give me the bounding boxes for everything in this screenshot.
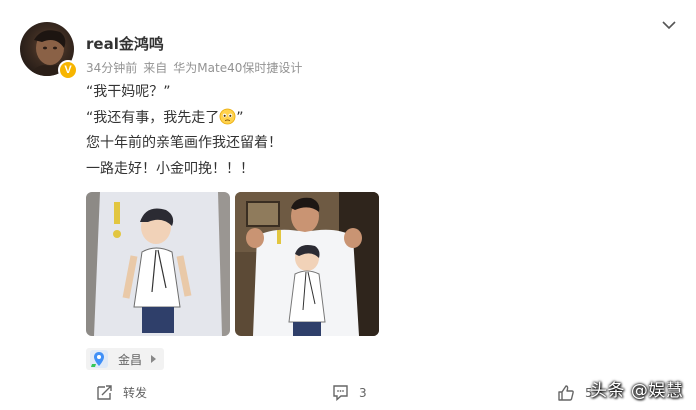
verified-badge-icon: V: [58, 60, 78, 80]
location-label: 金昌: [118, 352, 143, 367]
text-segment: “我还有事，我先走了: [86, 109, 220, 126]
source-prefix: 来自: [143, 61, 168, 75]
text-line: “我干妈呢？”: [86, 84, 171, 100]
comment-icon: [333, 385, 348, 401]
text-segment: ”: [236, 109, 244, 126]
post-meta: 34分钟前 来自 华为Mate40保时捷设计: [86, 59, 308, 76]
repost-button[interactable]: 转发: [96, 384, 147, 401]
watermark: 头条 @娱慧: [590, 381, 684, 401]
location-pin-icon: [90, 350, 108, 368]
comment-count: 3: [359, 385, 367, 400]
photo-tshirt-drawing[interactable]: [86, 192, 230, 336]
avatar[interactable]: V: [20, 22, 78, 80]
location-tag[interactable]: 金昌: [86, 348, 165, 370]
text-line: “我还有事，我先走了 ”: [86, 106, 282, 132]
chevron-right-icon: [151, 355, 157, 363]
text-line: 您十年前的亲笔画作我还留着！: [86, 135, 282, 151]
device-source[interactable]: 华为Mate40保时捷设计: [173, 61, 302, 75]
post-time[interactable]: 34分钟前: [86, 61, 137, 75]
photo-man-holding-tshirt[interactable]: [235, 192, 379, 336]
comment-button[interactable]: 3: [332, 384, 367, 401]
like-button[interactable]: 5: [557, 384, 593, 402]
repost-icon: [97, 385, 112, 400]
text-line: 一路走好！小金叩挽！！！: [86, 160, 254, 177]
chevron-down-icon[interactable]: [660, 16, 678, 34]
post-text: “我干妈呢？” “我还有事，我先走了 ” 您十年前的亲笔画作我还留着！ 一路走好…: [86, 80, 282, 182]
repost-label: 转发: [123, 386, 148, 400]
sad-face-emoji: [219, 108, 236, 124]
weibo-post: V real金鸿鸣 34分钟前 来自 华为Mate40保时捷设计 “我干妈呢？” “…: [0, 0, 696, 410]
author-name[interactable]: real金鸿鸣: [86, 33, 164, 54]
thumbs-up-icon: [558, 385, 574, 401]
